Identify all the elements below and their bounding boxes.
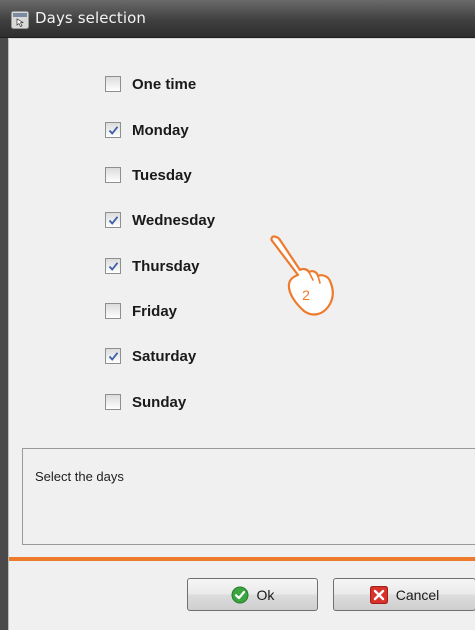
- checkbox[interactable]: [105, 76, 121, 92]
- day-label: Tuesday: [132, 166, 192, 184]
- day-option-wednesday[interactable]: Wednesday: [105, 210, 215, 230]
- checkbox[interactable]: [105, 303, 121, 319]
- day-label: Thursday: [132, 257, 200, 275]
- day-label: One time: [132, 75, 197, 93]
- day-label: Monday: [132, 121, 189, 139]
- checkbox[interactable]: [105, 348, 121, 364]
- check-icon: [108, 262, 119, 271]
- check-icon: [108, 352, 119, 361]
- day-option-sunday[interactable]: Sunday: [105, 392, 186, 412]
- day-option-saturday[interactable]: Saturday: [105, 346, 196, 366]
- window-title: Days selection: [35, 9, 147, 27]
- checkbox[interactable]: [105, 167, 121, 183]
- checkbox[interactable]: [105, 258, 121, 274]
- cancel-label: Cancel: [395, 586, 440, 603]
- day-option-thursday[interactable]: Thursday: [105, 256, 200, 276]
- checkbox[interactable]: [105, 394, 121, 410]
- checkbox[interactable]: [105, 122, 121, 138]
- days-selection-window: Days selection One time Monday Tuesday W…: [0, 0, 475, 630]
- day-label: Friday: [132, 302, 178, 320]
- red-x-icon: [369, 585, 388, 604]
- dialog-body: One time Monday Tuesday Wednesday Thursd…: [8, 38, 475, 630]
- ok-button[interactable]: Ok: [187, 578, 318, 611]
- check-circle-icon: [231, 586, 249, 603]
- day-label: Sunday: [132, 393, 187, 411]
- day-option-friday[interactable]: Friday: [105, 301, 177, 321]
- day-option-monday[interactable]: Monday: [105, 120, 189, 140]
- day-label: Saturday: [132, 347, 197, 365]
- day-option-tuesday[interactable]: Tuesday: [105, 165, 192, 185]
- title-bar[interactable]: Days selection: [0, 0, 475, 38]
- pointing-hand-icon: 2: [270, 235, 334, 316]
- day-label: Wednesday: [132, 211, 216, 229]
- accent-divider: [9, 557, 475, 561]
- step-number: 2: [302, 287, 310, 303]
- app-window-icon: [11, 11, 29, 29]
- day-option-one-time[interactable]: One time: [105, 74, 196, 94]
- check-icon: [108, 216, 119, 225]
- checkbox[interactable]: [105, 212, 121, 228]
- description-text: Select the days: [35, 469, 124, 484]
- cancel-button[interactable]: Cancel: [333, 578, 475, 611]
- ok-label: Ok: [256, 586, 275, 603]
- description-box: Select the days: [22, 448, 475, 545]
- check-icon: [108, 126, 119, 135]
